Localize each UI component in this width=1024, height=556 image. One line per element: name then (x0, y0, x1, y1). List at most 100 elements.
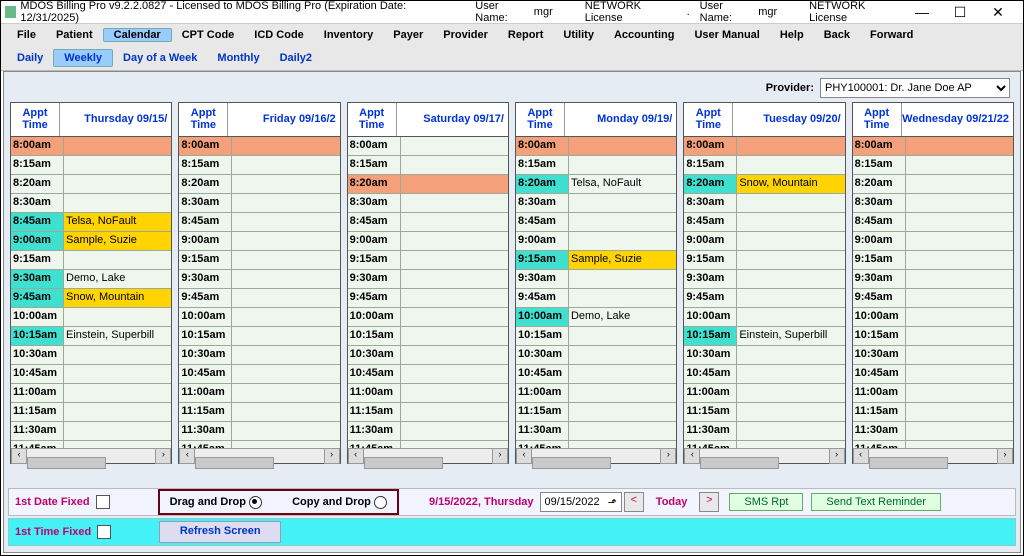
time-row[interactable]: 10:30am (348, 346, 508, 365)
appt-cell[interactable] (232, 270, 339, 288)
copy-drop-radio[interactable] (374, 496, 387, 509)
scroll-left-icon[interactable]: ‹ (11, 448, 27, 464)
appt-cell[interactable]: Snow, Mountain (64, 289, 171, 307)
appt-cell[interactable] (401, 327, 508, 345)
time-row[interactable]: 9:00am (853, 232, 1013, 251)
time-row[interactable]: 8:20am (348, 175, 508, 194)
appt-cell[interactable] (401, 384, 508, 402)
appt-cell[interactable] (64, 137, 171, 155)
menu-provider[interactable]: Provider (433, 29, 498, 41)
time-row[interactable]: 9:15amSample, Suzie (516, 251, 676, 270)
time-row[interactable]: 10:15amEinstein, Superbill (11, 327, 171, 346)
appt-cell[interactable]: Sample, Suzie (569, 251, 676, 269)
col-header-appt-time[interactable]: Appt Time (516, 103, 565, 136)
time-row[interactable]: 9:30am (348, 270, 508, 289)
appt-cell[interactable] (64, 422, 171, 440)
appt-cell[interactable] (737, 384, 844, 402)
time-row[interactable]: 10:00amDemo, Lake (516, 308, 676, 327)
time-row[interactable]: 11:15am (853, 403, 1013, 422)
time-row[interactable]: 8:30am (179, 194, 339, 213)
time-row[interactable]: 9:15am (853, 251, 1013, 270)
provider-select[interactable]: PHY100001: Dr. Jane Doe AP (820, 78, 1010, 98)
time-row[interactable]: 8:30am (853, 194, 1013, 213)
appt-cell[interactable] (737, 137, 844, 155)
appt-cell[interactable] (906, 137, 1013, 155)
appt-cell[interactable] (232, 384, 339, 402)
col-header-appt-time[interactable]: Appt Time (348, 103, 397, 136)
time-row[interactable]: 10:45am (11, 365, 171, 384)
time-row[interactable]: 8:45am (179, 213, 339, 232)
menu-patient[interactable]: Patient (46, 29, 103, 41)
first-time-fixed-checkbox[interactable] (97, 525, 111, 539)
appt-cell[interactable] (401, 270, 508, 288)
refresh-button[interactable]: Refresh Screen (159, 521, 281, 543)
scroll-left-icon[interactable]: ‹ (348, 448, 364, 464)
time-row[interactable]: 10:15amEinstein, Superbill (684, 327, 844, 346)
appt-cell[interactable] (401, 251, 508, 269)
appt-cell[interactable] (401, 365, 508, 383)
time-row[interactable]: 8:15am (853, 156, 1013, 175)
time-row[interactable]: 8:15am (179, 156, 339, 175)
appt-cell[interactable] (569, 441, 676, 448)
time-row[interactable]: 11:00am (516, 384, 676, 403)
col-header-appt-time[interactable]: Appt Time (11, 103, 60, 136)
time-row[interactable]: 11:30am (11, 422, 171, 441)
time-row[interactable]: 8:00am (684, 137, 844, 156)
appt-cell[interactable] (906, 308, 1013, 326)
time-row[interactable]: 8:30am (348, 194, 508, 213)
appt-cell[interactable] (401, 194, 508, 212)
menu-inventory[interactable]: Inventory (314, 29, 384, 41)
time-row[interactable]: 10:45am (348, 365, 508, 384)
appt-cell[interactable] (401, 403, 508, 421)
time-row[interactable]: 11:30am (853, 422, 1013, 441)
appt-cell[interactable] (737, 441, 844, 448)
appt-cell[interactable] (737, 308, 844, 326)
tab-day-of-a-week[interactable]: Day of a Week (113, 50, 207, 66)
appt-cell[interactable]: Telsa, NoFault (569, 175, 676, 193)
time-row[interactable]: 8:20am (853, 175, 1013, 194)
appt-cell[interactable] (569, 327, 676, 345)
time-row[interactable]: 9:45am (348, 289, 508, 308)
appt-cell[interactable] (906, 365, 1013, 383)
appt-cell[interactable] (64, 384, 171, 402)
menu-back[interactable]: Back (814, 29, 860, 41)
appt-cell[interactable] (737, 251, 844, 269)
today-button[interactable]: Today (646, 496, 698, 508)
appt-cell[interactable] (737, 156, 844, 174)
appt-cell[interactable] (569, 289, 676, 307)
first-date-fixed-checkbox[interactable] (96, 495, 110, 509)
time-row[interactable]: 10:00am (348, 308, 508, 327)
time-row[interactable]: 9:30am (516, 270, 676, 289)
time-row[interactable]: 10:30am (11, 346, 171, 365)
appt-cell[interactable] (569, 384, 676, 402)
h-scrollbar[interactable]: ‹› (684, 448, 844, 463)
close-button[interactable]: ✕ (983, 4, 1013, 21)
h-scrollbar[interactable]: ‹› (348, 448, 508, 463)
menu-payer[interactable]: Payer (383, 29, 433, 41)
time-row[interactable]: 8:45am (684, 213, 844, 232)
menu-help[interactable]: Help (770, 29, 814, 41)
time-row[interactable]: 9:45am (516, 289, 676, 308)
appt-cell[interactable] (232, 441, 339, 448)
appt-cell[interactable] (569, 403, 676, 421)
appt-cell[interactable] (906, 346, 1013, 364)
appt-cell[interactable] (569, 213, 676, 231)
appt-cell[interactable] (737, 232, 844, 250)
time-row[interactable]: 9:30amDemo, Lake (11, 270, 171, 289)
date-picker[interactable]: 09/15/2022 ⬏ (540, 492, 622, 512)
time-row[interactable]: 8:20amTelsa, NoFault (516, 175, 676, 194)
time-row[interactable]: 8:15am (684, 156, 844, 175)
tab-daily2[interactable]: Daily2 (270, 50, 322, 66)
time-row[interactable]: 11:45am (516, 441, 676, 448)
time-row[interactable]: 8:00am (516, 137, 676, 156)
minimize-button[interactable]: — (907, 4, 937, 21)
scroll-left-icon[interactable]: ‹ (179, 448, 195, 464)
appt-cell[interactable]: Sample, Suzie (64, 232, 171, 250)
col-header-date[interactable]: Friday 09/16/2 (228, 103, 339, 136)
prev-button[interactable]: < (624, 492, 644, 512)
time-row[interactable]: 8:15am (516, 156, 676, 175)
time-row[interactable]: 10:45am (179, 365, 339, 384)
time-row[interactable]: 11:30am (684, 422, 844, 441)
appt-cell[interactable] (232, 346, 339, 364)
col-header-date[interactable]: Wednesday 09/21/22 (902, 103, 1013, 136)
